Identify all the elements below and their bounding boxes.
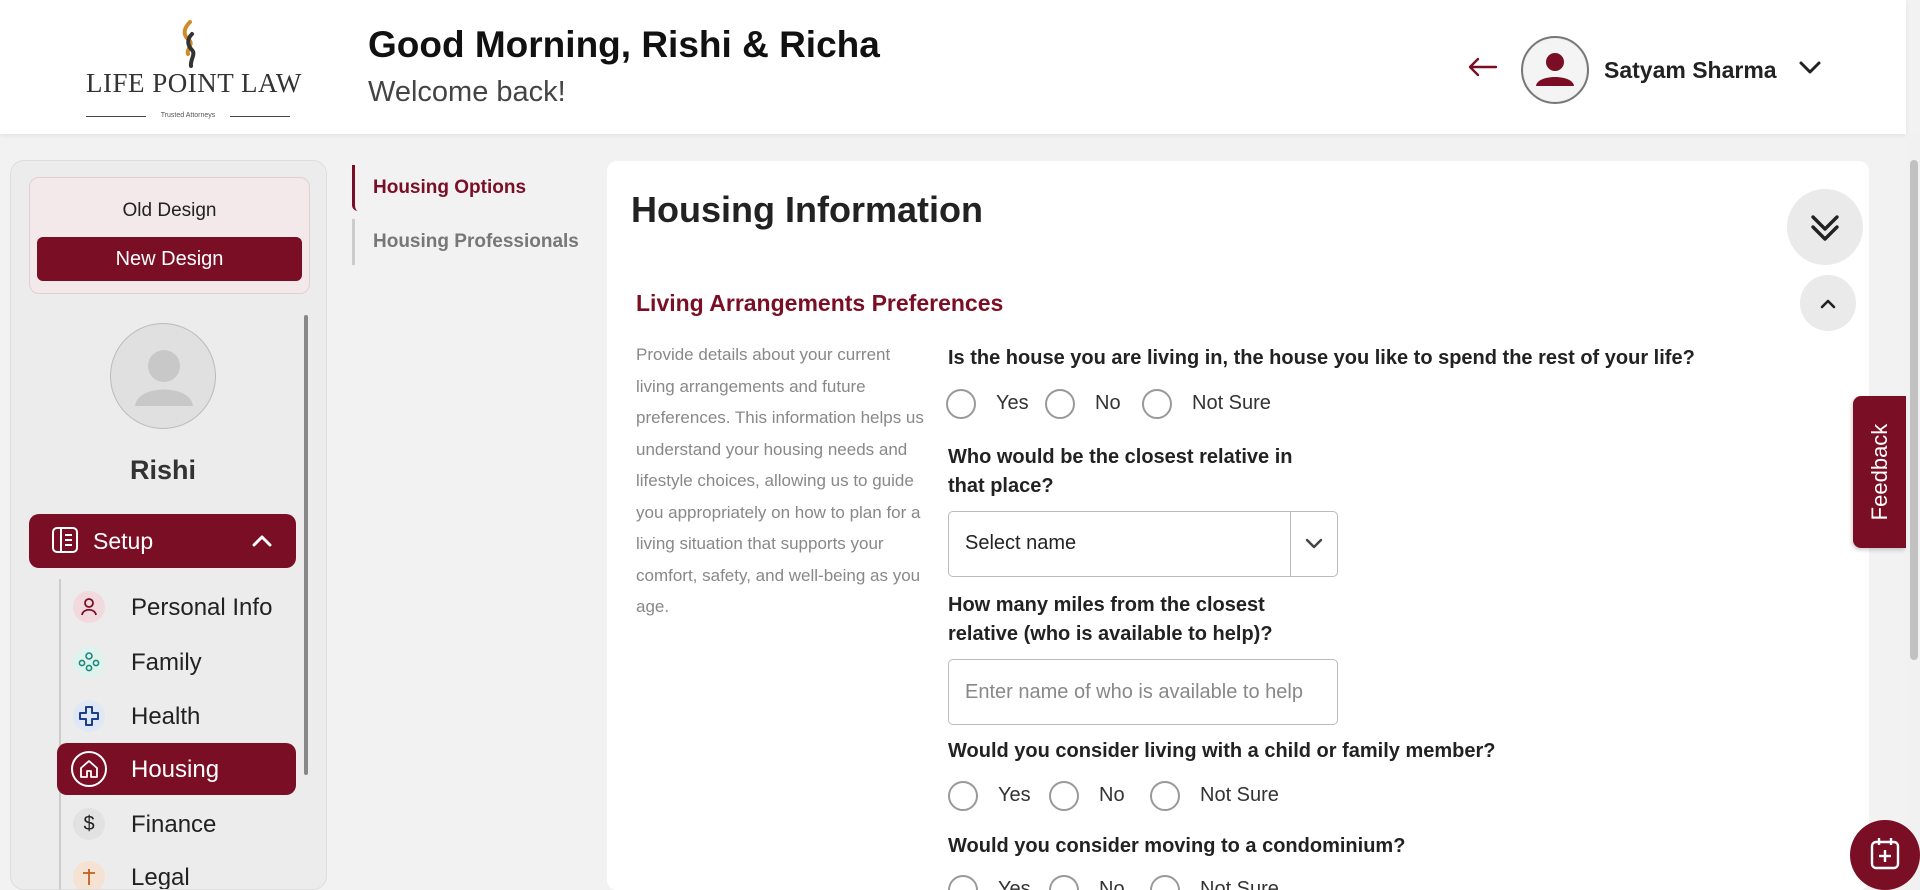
section-description: Provide details about your current livin… (636, 345, 924, 616)
question-line: Who would be the closest relative in (948, 446, 1293, 468)
radio-label: Yes (998, 784, 1031, 806)
old-design-button[interactable]: Old Design (30, 200, 309, 222)
sidebar-item-housing[interactable]: Housing (57, 743, 296, 795)
legal-icon (73, 861, 105, 889)
profile-name: Rishi (129, 455, 196, 485)
feedback-tab[interactable]: Feedback (1853, 396, 1906, 548)
sidebar: Old Design New Design Rishi Setup Person… (10, 160, 327, 890)
question-closest-relative: Who would be the closest relative in tha… (948, 443, 1293, 501)
page-title: Housing Information (631, 189, 983, 230)
subnav-housing-options[interactable]: Housing Options (352, 165, 592, 211)
radio-label: Not Sure (1200, 784, 1279, 806)
main-panel: Housing Information Living Arrangements … (607, 161, 1869, 890)
greeting-title: Good Morning, Rishi & Richa (368, 24, 880, 65)
sidebar-item-family[interactable]: Family (57, 636, 296, 688)
flame-logo-icon (182, 20, 196, 68)
setup-icon (52, 527, 78, 553)
design-toggle: Old Design New Design (29, 177, 310, 294)
question-miles-from-relative: How many miles from the closest relative… (948, 591, 1273, 649)
question-line: How many miles from the closest (948, 594, 1265, 616)
back-arrow-icon[interactable] (1466, 56, 1498, 78)
setup-menu[interactable]: Setup (29, 514, 296, 568)
person-icon (73, 591, 105, 623)
question-stay-in-house: Is the house you are living in, the hous… (948, 347, 1695, 369)
top-bar: LIFE POINT LAW Trusted Attorneys Good Mo… (0, 0, 1906, 134)
radio-label: Yes (996, 392, 1029, 414)
select-divider (1290, 512, 1291, 576)
profile-avatar[interactable] (110, 323, 216, 429)
sidebar-item-label: Personal Info (131, 594, 273, 621)
sidebar-item-label: Housing (131, 756, 220, 783)
chevron-up-icon (252, 535, 272, 547)
radio-label: Not Sure (1200, 878, 1279, 890)
sidebar-item-health[interactable]: Health (57, 690, 296, 742)
health-cross-icon (73, 700, 105, 732)
radio-label: No (1099, 878, 1125, 890)
house-icon (71, 751, 107, 787)
brand-name: LIFE POINT LAW (86, 68, 302, 98)
radio-label: No (1099, 784, 1125, 806)
question-line: relative (who is available to help)? (948, 623, 1273, 645)
section-title: Living Arrangements Preferences (636, 290, 1004, 316)
family-icon (73, 646, 105, 678)
select-value: Select name (965, 532, 1077, 554)
feedback-label: Feedback (1866, 423, 1892, 521)
calendar-add-button[interactable] (1850, 820, 1920, 890)
calendar-plus-icon (1870, 838, 1900, 870)
profile-placeholder-icon (135, 350, 193, 406)
user-avatar[interactable] (1521, 36, 1589, 104)
company-logo[interactable]: LIFE POINT LAW Trusted Attorneys (86, 20, 302, 119)
relative-name-select[interactable]: Select name (948, 511, 1338, 577)
sidebar-item-personal-info[interactable]: Personal Info (57, 581, 296, 633)
question-live-with-family: Would you consider living with a child o… (948, 740, 1496, 762)
sidebar-item-finance[interactable]: $ Finance (57, 798, 296, 850)
chevron-up-icon (1820, 299, 1836, 309)
setup-label: Setup (93, 528, 154, 554)
chevron-down-icon[interactable] (1798, 60, 1822, 76)
page-scrollbar[interactable] (1910, 160, 1918, 660)
chevron-down-icon (1305, 538, 1323, 549)
radio-label: Yes (998, 878, 1031, 890)
sidebar-item-legal[interactable]: Legal (57, 851, 296, 890)
sidebar-item-label: Finance (131, 811, 217, 838)
subnav-housing-professionals[interactable]: Housing Professionals (352, 219, 592, 265)
user-avatar-icon (1524, 39, 1586, 101)
greeting-subtitle: Welcome back! (368, 76, 566, 108)
sidebar-item-label: Family (131, 649, 202, 676)
sidebar-item-label: Health (131, 703, 201, 730)
radio-label: Not Sure (1192, 392, 1271, 414)
collapse-section-button[interactable] (1800, 275, 1856, 331)
sidebar-scrollbar[interactable] (304, 315, 308, 775)
question-line: that place? (948, 475, 1054, 497)
brand-tagline: Trusted Attorneys (86, 112, 290, 119)
dollar-icon: $ (73, 808, 105, 840)
double-chevron-down-icon (1811, 215, 1839, 241)
sidebar-item-label: Legal (131, 864, 190, 890)
user-name[interactable]: Satyam Sharma (1604, 57, 1777, 84)
new-design-button[interactable]: New Design (37, 237, 302, 281)
question-condominium: Would you consider moving to a condomini… (948, 835, 1406, 857)
radio-label: No (1095, 392, 1121, 414)
helper-name-input[interactable] (948, 659, 1338, 725)
expand-all-button[interactable] (1787, 189, 1863, 265)
